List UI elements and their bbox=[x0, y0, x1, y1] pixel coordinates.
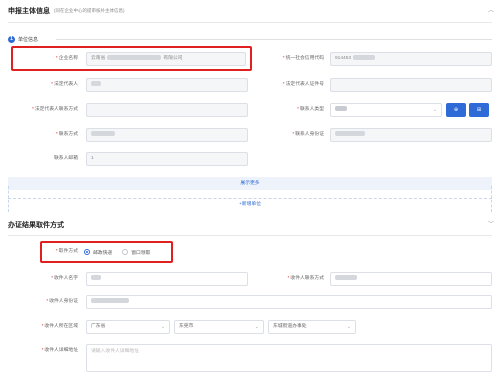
contact-type-select[interactable]: ⌄ bbox=[330, 103, 442, 117]
recipient-address-textarea[interactable]: 请输入收件人详细地址 bbox=[86, 344, 492, 372]
recipient-phone-field[interactable] bbox=[330, 272, 492, 286]
highlight-box bbox=[11, 46, 252, 71]
recipient-address-label: *收件人详细地址 bbox=[41, 348, 78, 353]
legal-rep-field[interactable] bbox=[86, 78, 248, 92]
recipient-id-field[interactable] bbox=[86, 295, 492, 309]
section-subtitle: (同在企业中心的提审核补主体信息) bbox=[54, 8, 125, 13]
legal-rep-phone-label: *法定代表人联系方式 bbox=[31, 107, 78, 112]
subsection-divider bbox=[56, 39, 492, 40]
contact-type-label: *联系人类型 bbox=[297, 107, 324, 112]
select-contact-button[interactable]: ⊞ bbox=[469, 103, 489, 117]
contact-id-label: *联系人身份证 bbox=[292, 132, 324, 137]
province-select[interactable]: 广东省 ⌄ bbox=[86, 320, 170, 334]
recipient-id-label: *收件人身份证 bbox=[46, 299, 78, 304]
section-divider bbox=[8, 22, 492, 23]
recipient-region-label: *收件人所在区域 bbox=[41, 324, 78, 329]
contact-method-field[interactable] bbox=[86, 128, 248, 142]
legal-rep-label: *法定代表人 bbox=[51, 82, 78, 87]
section-header-applicant: 申报主体信息 (同在企业中心的提审核补主体信息) bbox=[8, 4, 125, 18]
chevron-down-icon: ⌄ bbox=[160, 324, 165, 330]
add-contact-button[interactable]: ⊕ bbox=[446, 103, 466, 117]
district-select[interactable]: 东城街道办事处 ⌄ bbox=[268, 320, 356, 334]
credit-code-label: *统一社会信用代码 bbox=[282, 56, 324, 61]
chevron-down-icon: ⌄ bbox=[432, 107, 437, 113]
section-title: 申报主体信息 bbox=[8, 8, 50, 15]
legal-rep-id-field[interactable] bbox=[330, 78, 492, 92]
subsection-title: 单位信息 bbox=[18, 36, 39, 43]
recipient-phone-label: *收件人联系方式 bbox=[287, 276, 324, 281]
recipient-name-field[interactable] bbox=[86, 272, 248, 286]
section-title: 办证结果取件方式 bbox=[8, 222, 64, 229]
city-select[interactable]: 东莞市 ⌄ bbox=[174, 320, 264, 334]
recipient-name-label: *收件人名字 bbox=[51, 276, 78, 281]
chevron-down-icon[interactable]: ﹀ bbox=[488, 222, 494, 228]
legal-rep-id-label: *法定代表人证件号 bbox=[282, 82, 324, 87]
contact-email-label: 联系人邮箱 bbox=[54, 156, 78, 161]
contact-id-field[interactable] bbox=[330, 128, 492, 142]
credit-code-field[interactable]: 914453 bbox=[330, 52, 492, 66]
contact-method-label: *联系方式 bbox=[55, 132, 78, 137]
show-more-button[interactable]: 展示更多 bbox=[8, 177, 492, 190]
highlight-box bbox=[40, 241, 173, 263]
chevron-down-icon: ⌄ bbox=[346, 324, 351, 330]
section-divider bbox=[8, 235, 492, 236]
add-unit-button[interactable]: +新增单位 bbox=[8, 198, 492, 210]
contact-email-field[interactable]: 1 bbox=[86, 152, 248, 166]
section-header-pickup: 办证结果取件方式 bbox=[8, 218, 64, 232]
chevron-down-icon: ⌄ bbox=[254, 324, 259, 330]
subsection-header: 1 单位信息 bbox=[8, 34, 38, 44]
legal-rep-phone-field[interactable] bbox=[86, 103, 248, 117]
step-number-icon: 1 bbox=[8, 35, 15, 43]
chevron-up-icon[interactable]: ︿ bbox=[488, 8, 494, 14]
